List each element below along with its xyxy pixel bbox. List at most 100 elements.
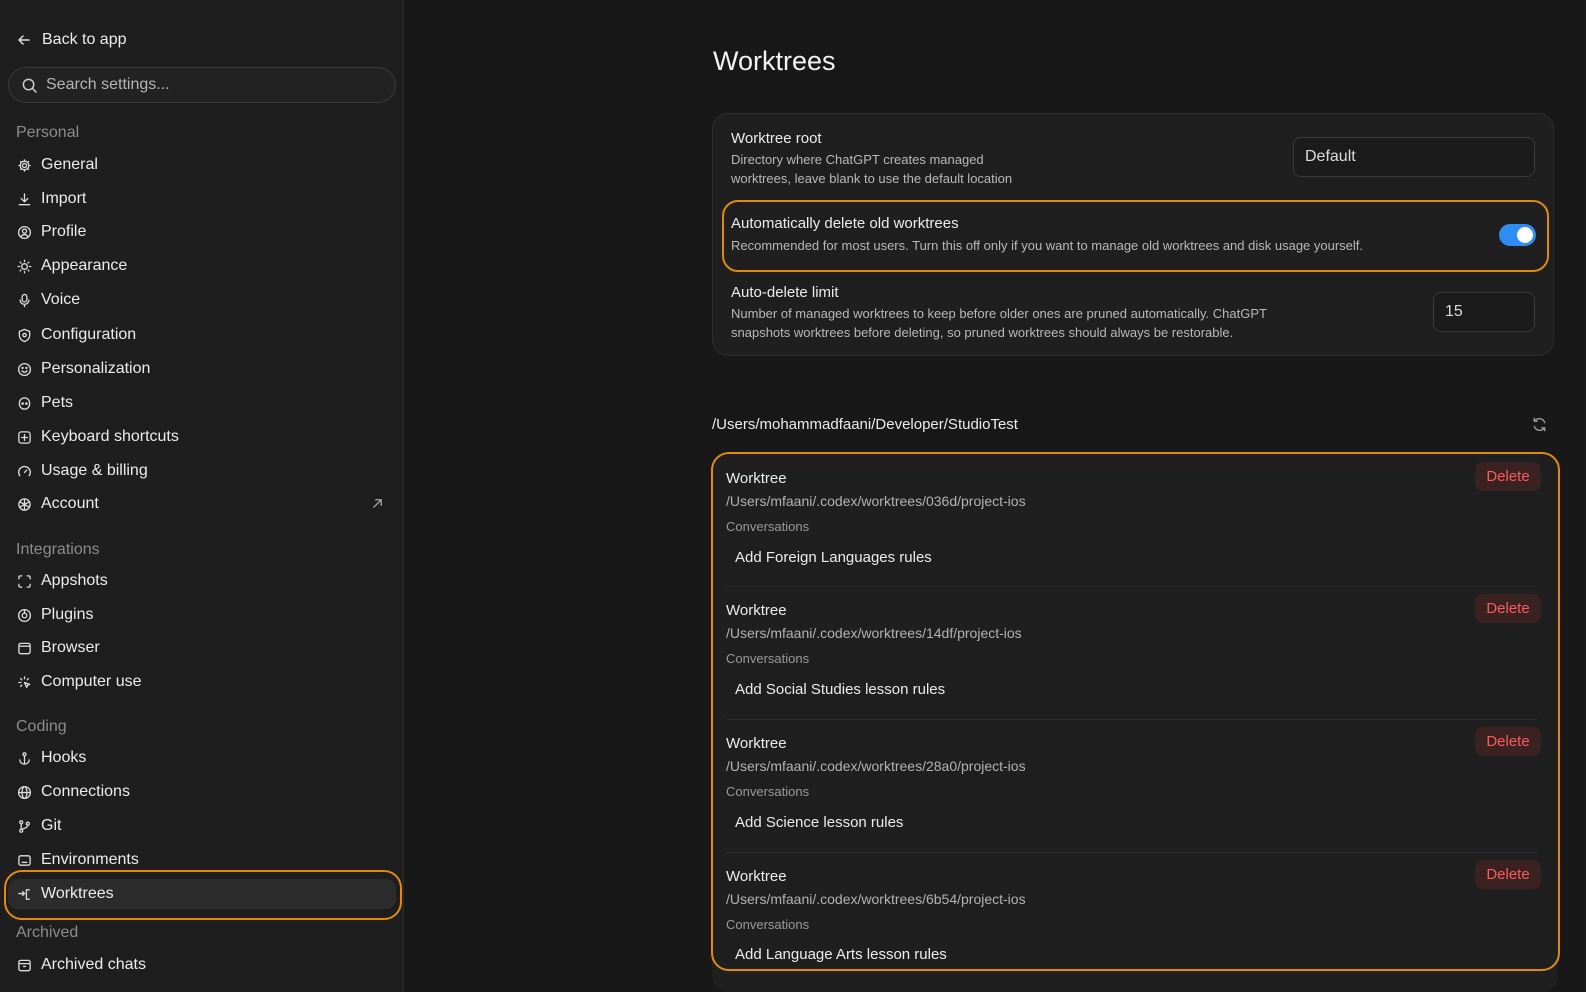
sidebar-item-label: Git	[41, 817, 62, 834]
sidebar-item-hooks[interactable]: Hooks	[8, 743, 396, 773]
sidebar-item-computer-use[interactable]: Computer use	[8, 667, 396, 697]
sidebar-item-general[interactable]: General	[8, 150, 396, 180]
auto-delete-limit-desc-line2: snapshots worktrees before deleting, so …	[731, 325, 1234, 340]
anchor-icon	[19, 751, 30, 765]
sun-icon	[17, 259, 32, 273]
sidebar-item-usage-billing[interactable]: Usage & billing	[8, 456, 396, 486]
auto-delete-toggle[interactable]	[1499, 224, 1536, 246]
sidebar-item-configuration[interactable]: Configuration	[8, 320, 396, 350]
delete-worktree-button[interactable]: Delete	[1475, 594, 1541, 623]
worktree-item: Worktree /Users/mfaani/.codex/worktrees/…	[726, 860, 1541, 968]
sidebar-item-environments[interactable]: Environments	[8, 845, 396, 875]
refresh-icon[interactable]	[1531, 416, 1548, 433]
sidebar-item-connections[interactable]: Connections	[8, 777, 396, 807]
settings-sidebar: Back to app Personal General Import Prof…	[0, 0, 404, 992]
page-title: Worktrees	[713, 46, 836, 76]
cursor-sparkle-icon	[18, 675, 31, 688]
microphone-icon	[19, 293, 30, 307]
user-circle-icon	[17, 225, 32, 239]
sidebar-item-label: Connections	[41, 783, 130, 800]
sidebar-item-pets[interactable]: Pets	[8, 388, 396, 418]
gauge-icon	[18, 465, 31, 476]
external-link-icon	[373, 499, 382, 508]
conversations-label: Conversations	[726, 917, 810, 932]
sidebar-item-profile[interactable]: Profile	[8, 217, 396, 247]
sidebar-item-browser[interactable]: Browser	[8, 633, 396, 663]
sidebar-item-label: Keyboard shortcuts	[41, 428, 179, 445]
auto-delete-limit-input[interactable]	[1433, 292, 1535, 332]
sidebar-item-label: Profile	[41, 223, 87, 240]
screenshot-frame-icon	[18, 574, 31, 588]
worktree-item: Worktree /Users/mfaani/.codex/worktrees/…	[726, 594, 1541, 735]
repository-path: /Users/mohammadfaani/Developer/StudioTes…	[712, 416, 1018, 433]
sidebar-item-label: Voice	[41, 291, 81, 308]
sidebar-item-plugins[interactable]: Plugins	[8, 600, 396, 630]
worktree-item: Worktree /Users/mfaani/.codex/worktrees/…	[726, 462, 1541, 603]
sidebar-item-personalization[interactable]: Personalization	[8, 354, 396, 384]
git-branch-icon	[19, 819, 30, 833]
sidebar-item-account[interactable]: Account	[8, 489, 396, 519]
worktree-item: Worktree /Users/mfaani/.codex/worktrees/…	[726, 727, 1541, 868]
shield-gear-icon	[18, 328, 31, 342]
sidebar-item-label: Hooks	[41, 749, 87, 766]
sidebar-item-import[interactable]: Import	[8, 184, 396, 214]
conversation-link[interactable]: Add Foreign Languages rules	[735, 549, 932, 566]
sidebar-item-label: Pets	[41, 394, 74, 411]
search-input[interactable]	[46, 76, 366, 94]
archive-icon	[18, 959, 31, 971]
pet-icon	[18, 396, 31, 410]
conversations-label: Conversations	[726, 519, 810, 534]
keyboard-shortcut-icon	[18, 430, 31, 444]
sidebar-item-git[interactable]: Git	[8, 811, 396, 841]
auto-delete-limit-desc-line1: Number of managed worktrees to keep befo…	[731, 306, 1267, 321]
sidebar-item-label: Account	[41, 495, 99, 512]
delete-worktree-button[interactable]: Delete	[1475, 727, 1541, 756]
settings-search[interactable]	[8, 67, 396, 103]
toggle-knob	[1517, 227, 1533, 243]
divider	[726, 719, 1537, 720]
back-to-app-button[interactable]: Back to app	[16, 28, 127, 52]
worktree-path: /Users/mfaani/.codex/worktrees/6b54/proj…	[726, 891, 1026, 907]
plugin-icon	[17, 608, 32, 622]
worktree-root-desc-line2: worktrees, leave blank to use the defaul…	[731, 171, 1013, 186]
worktree-path: /Users/mfaani/.codex/worktrees/14df/proj…	[726, 625, 1022, 641]
worktree-root-title: Worktree root	[731, 130, 822, 147]
sidebar-item-label: Appshots	[41, 572, 108, 589]
section-label-personal: Personal	[16, 124, 80, 141]
worktree-root-desc-line1: Directory where ChatGPT creates managed	[731, 152, 984, 167]
openai-logo-icon	[18, 497, 31, 511]
download-icon	[18, 192, 31, 205]
sidebar-item-label: Personalization	[41, 360, 151, 377]
arrow-left-icon	[18, 35, 30, 45]
sidebar-item-archived-chats[interactable]: Archived chats	[8, 950, 396, 980]
conversation-link[interactable]: Add Science lesson rules	[735, 814, 903, 831]
sidebar-item-label: Usage & billing	[41, 462, 148, 479]
sidebar-item-voice[interactable]: Voice	[8, 285, 396, 315]
sidebar-item-keyboard-shortcuts[interactable]: Keyboard shortcuts	[8, 422, 396, 452]
conversations-label: Conversations	[726, 784, 810, 799]
conversation-link[interactable]: Add Language Arts lesson rules	[735, 946, 947, 963]
search-icon	[22, 78, 37, 93]
conversation-link[interactable]: Add Social Studies lesson rules	[735, 681, 945, 698]
worktree-label: Worktree	[726, 470, 787, 487]
sidebar-item-label: Worktrees	[41, 885, 114, 902]
conversations-label: Conversations	[726, 651, 810, 666]
sidebar-item-worktrees[interactable]: Worktrees	[8, 879, 396, 909]
worktree-root-input[interactable]	[1293, 137, 1535, 177]
sidebar-item-appearance[interactable]: Appearance	[8, 251, 396, 281]
worktree-label: Worktree	[726, 735, 787, 752]
sidebar-item-label: Appearance	[41, 257, 128, 274]
worktree-path: /Users/mfaani/.codex/worktrees/28a0/proj…	[726, 758, 1026, 774]
sidebar-item-label: Computer use	[41, 673, 142, 690]
sidebar-item-label: Import	[41, 190, 87, 207]
settings-window: Back to app Personal General Import Prof…	[0, 0, 1586, 992]
worktree-label: Worktree	[726, 868, 787, 885]
sidebar-item-label: Archived chats	[41, 956, 146, 973]
sidebar-item-label: Plugins	[41, 606, 94, 623]
sidebar-item-appshots[interactable]: Appshots	[8, 566, 396, 596]
delete-worktree-button[interactable]: Delete	[1475, 462, 1541, 491]
sidebar-item-label: Environments	[41, 851, 139, 868]
divider	[726, 852, 1537, 853]
delete-worktree-button[interactable]: Delete	[1475, 860, 1541, 889]
terminal-window-icon	[18, 854, 31, 866]
